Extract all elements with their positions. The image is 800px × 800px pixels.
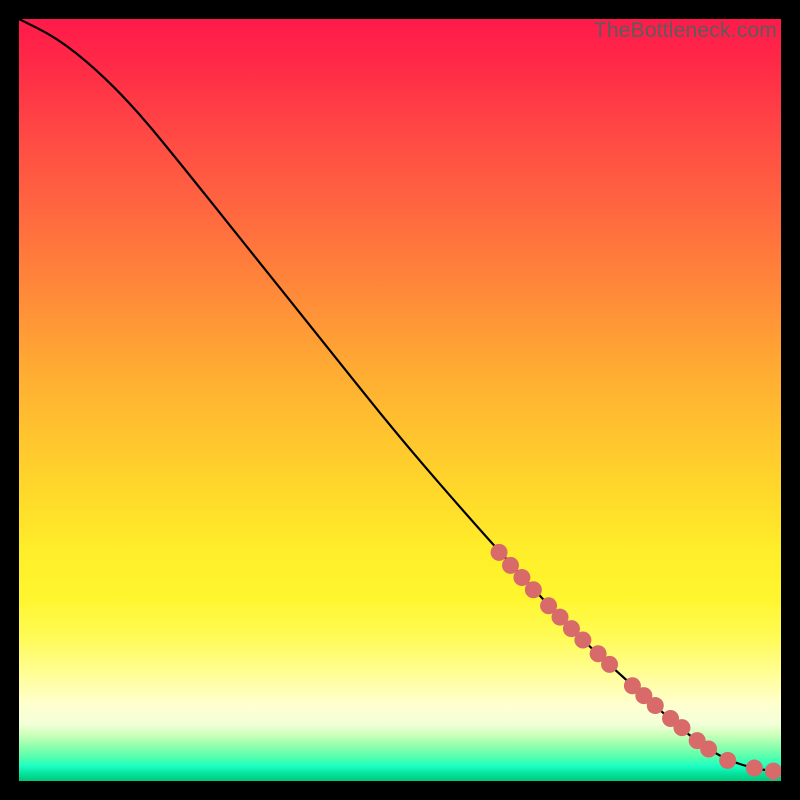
- chart-stage: TheBottleneck.com: [0, 0, 800, 800]
- data-marker: [719, 752, 736, 769]
- data-marker: [647, 697, 664, 714]
- data-markers: [491, 544, 781, 780]
- data-marker: [700, 741, 717, 758]
- bottleneck-curve: [19, 19, 781, 772]
- data-marker: [491, 544, 508, 561]
- chart-overlay: [19, 19, 781, 781]
- data-marker: [525, 581, 542, 598]
- data-marker: [746, 760, 763, 777]
- plot-area: TheBottleneck.com: [19, 19, 781, 781]
- data-marker: [765, 763, 781, 780]
- data-marker: [673, 719, 690, 736]
- data-marker: [574, 632, 591, 649]
- data-marker: [601, 656, 618, 673]
